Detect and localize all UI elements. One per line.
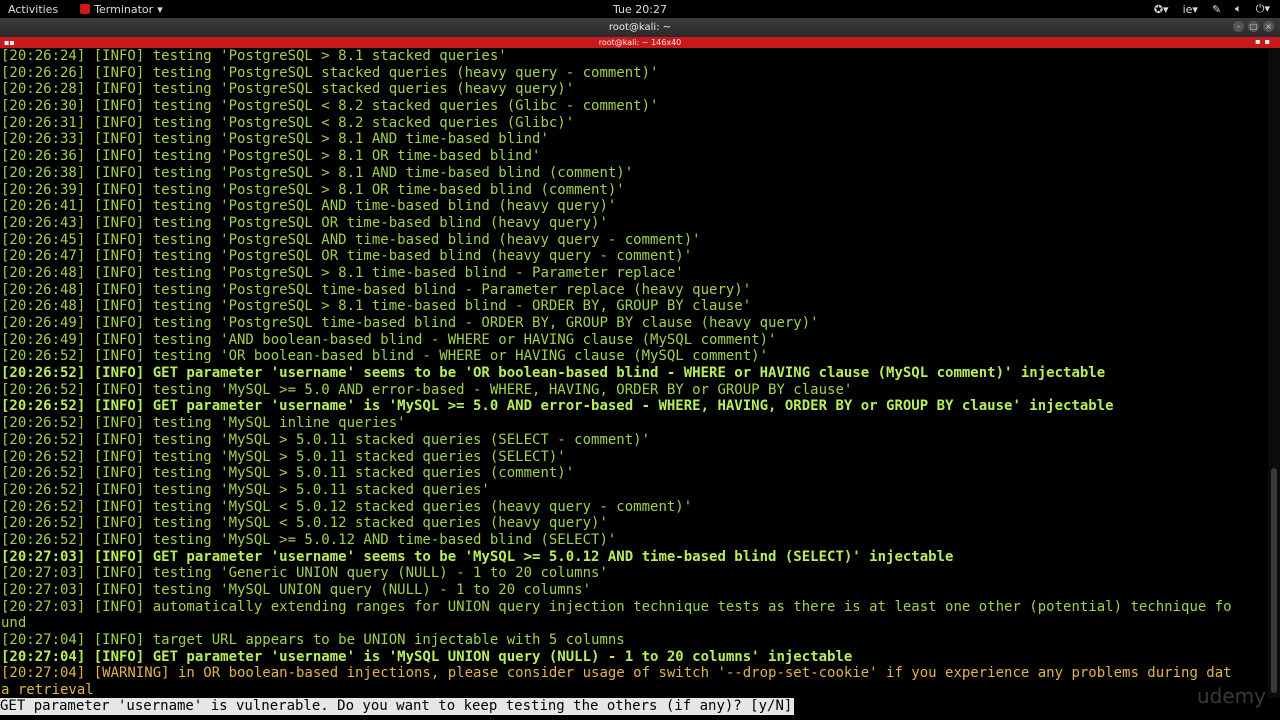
terminal-line: [20:26:48] [INFO] testing 'PostgreSQL > … — [1, 298, 752, 315]
terminal-line: [20:26:52] [INFO] testing 'OR boolean-ba… — [1, 348, 769, 365]
clock[interactable]: Tue 20:27 — [0, 3, 1280, 16]
terminal-line: [20:26:26] [INFO] testing 'PostgreSQL st… — [1, 64, 659, 81]
terminal-line: [20:26:41] [INFO] testing 'PostgreSQL AN… — [1, 198, 617, 215]
terminal-line: [20:26:33] [INFO] testing 'PostgreSQL > … — [1, 131, 549, 148]
terminal-line: [20:27:04] [INFO] GET parameter 'usernam… — [1, 648, 853, 665]
terminal-line: [20:26:52] [INFO] testing 'MySQL > 5.0.1… — [1, 448, 566, 465]
pen-icon[interactable]: ✎ — [1212, 3, 1221, 16]
language-indicator[interactable]: ie▾ — [1183, 3, 1198, 16]
terminal-line: [20:26:52] [INFO] testing 'MySQL > 5.0.1… — [1, 481, 490, 498]
chevron-down-icon: ▾ — [157, 2, 163, 16]
terminal-line: [20:27:04] [INFO] target URL appears to … — [1, 632, 625, 649]
terminal-line: [20:26:30] [INFO] testing 'PostgreSQL < … — [1, 98, 659, 115]
terminal-title: root@kali: ~ 146x40 — [598, 38, 682, 47]
terminal-titlebar[interactable]: ▪▪ root@kali: ~ 146x40 ▪▪ — [0, 37, 1280, 48]
terminal-line: [20:26:47] [INFO] testing 'PostgreSQL OR… — [1, 248, 693, 265]
maximize-button[interactable]: □ — [1248, 21, 1259, 32]
window-controls: – □ × — [1233, 21, 1274, 32]
terminal-pane-buttons[interactable]: ▪▪ — [1255, 37, 1274, 46]
window-title: root@kali: ~ — [608, 22, 672, 33]
vulnerability-prompt[interactable]: GET parameter 'username' is vulnerable. … — [0, 698, 795, 715]
grid-icon[interactable]: ▪▪ — [4, 38, 15, 47]
app-menu[interactable]: Terminator ▾ — [80, 3, 163, 16]
terminal-line: [20:26:45] [INFO] testing 'PostgreSQL AN… — [1, 231, 701, 248]
close-button[interactable]: × — [1263, 21, 1274, 32]
terminal-line: [20:26:52] [INFO] testing 'MySQL > 5.0.1… — [1, 465, 575, 482]
terminal-line: [20:26:49] [INFO] testing 'PostgreSQL ti… — [1, 315, 819, 331]
terminal-line: [20:26:52] [INFO] testing 'MySQL < 5.0.1… — [1, 515, 608, 532]
terminal-line: [20:26:24] [INFO] testing 'PostgreSQL > … — [1, 48, 507, 64]
terminal-line: [20:26:48] [INFO] testing 'PostgreSQL ti… — [1, 281, 752, 298]
terminal-line: [20:26:52] [INFO] testing 'MySQL >= 5.0 … — [1, 381, 853, 398]
volume-icon[interactable]: 🔈︎ — [1235, 2, 1242, 16]
terminal-line: [20:26:52] [INFO] testing 'MySQL >= 5.0.… — [1, 531, 617, 548]
window-titlebar[interactable]: root@kali: ~ – □ × — [0, 18, 1280, 37]
input-prompt-line[interactable]: GET parameter 'username' is vulnerable. … — [0, 698, 1280, 716]
terminator-app-icon — [80, 4, 91, 14]
terminal-line: [20:27:04] [WARNING] in OR boolean-based… — [1, 665, 1232, 682]
terminal-line: [20:26:52] [INFO] GET parameter 'usernam… — [1, 365, 1106, 382]
app-name-label: Terminator — [94, 2, 154, 16]
terminal-line: [20:26:49] [INFO] testing 'AND boolean-b… — [1, 331, 777, 348]
scrollbar-thumb[interactable] — [1271, 468, 1277, 693]
power-icon[interactable]: ⏻▾ — [1256, 2, 1270, 16]
accessibility-icon[interactable]: ✪▾ — [1154, 3, 1169, 16]
terminal-line: [20:27:03] [INFO] automatically extendin… — [1, 598, 1232, 615]
system-top-bar: Activities Terminator ▾ Tue 20:27 ✪▾ ie▾… — [0, 0, 1280, 18]
minimize-button[interactable]: – — [1233, 21, 1244, 32]
terminal-line: [20:26:36] [INFO] testing 'PostgreSQL > … — [1, 148, 541, 165]
watermark-logo: udemy — [1197, 684, 1266, 708]
terminal-scrollbar[interactable] — [1268, 48, 1280, 700]
terminal-line: [20:26:52] [INFO] testing 'MySQL > 5.0.1… — [1, 431, 651, 448]
terminal-line: [20:27:03] [INFO] testing 'Generic UNION… — [1, 565, 608, 582]
terminal-line: [20:26:52] [INFO] testing 'MySQL inline … — [1, 415, 406, 432]
terminal-output[interactable]: [20:26:24] [INFO] testing 'PostgreSQL > … — [0, 48, 1269, 700]
terminal-line: [20:26:39] [INFO] testing 'PostgreSQL > … — [1, 181, 625, 198]
terminal-line: [20:26:28] [INFO] testing 'PostgreSQL st… — [1, 81, 575, 98]
terminal-line: [20:27:03] [INFO] testing 'MySQL UNION q… — [1, 582, 592, 598]
terminal-line: [20:26:48] [INFO] testing 'PostgreSQL > … — [1, 264, 684, 281]
system-tray: ✪▾ ie▾ ✎ 🔈︎ ⏻▾ — [1154, 0, 1270, 18]
terminal-line: und — [1, 615, 27, 632]
terminal-line: [20:26:52] [INFO] testing 'MySQL < 5.0.1… — [1, 498, 693, 515]
terminal-line: a retrieval — [1, 682, 94, 699]
terminal-line: [20:26:31] [INFO] testing 'PostgreSQL < … — [1, 114, 575, 131]
terminal-line: [20:26:52] [INFO] GET parameter 'usernam… — [1, 398, 1114, 415]
activities-button[interactable]: Activities — [8, 3, 58, 16]
terminal-line: [20:26:43] [INFO] testing 'PostgreSQL OR… — [1, 214, 608, 231]
terminal-line: [20:26:38] [INFO] testing 'PostgreSQL > … — [1, 164, 634, 181]
terminal-line: [20:27:03] [INFO] GET parameter 'usernam… — [1, 548, 954, 565]
